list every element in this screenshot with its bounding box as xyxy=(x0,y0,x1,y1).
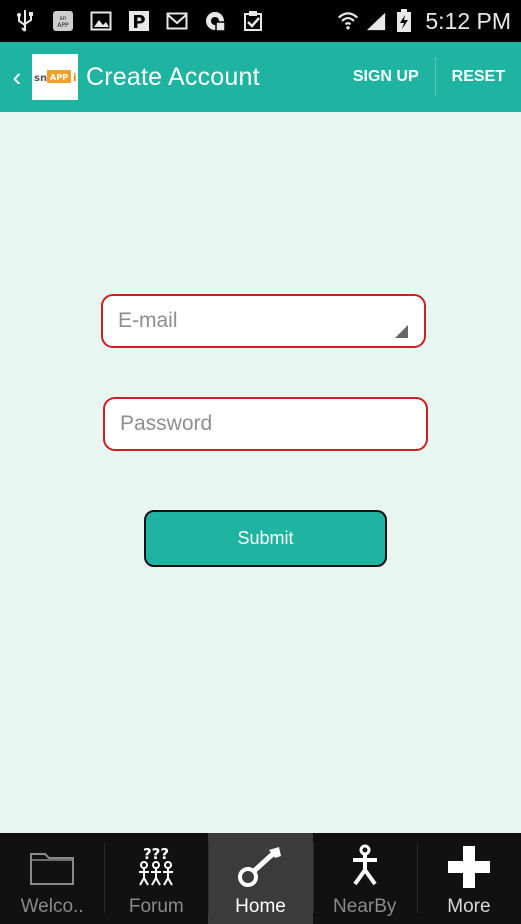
battery-charging-icon xyxy=(393,9,415,32)
tab-label: Forum xyxy=(128,896,184,917)
app-logo[interactable]: sn APP ii xyxy=(32,54,78,100)
tab-more[interactable]: More xyxy=(416,833,521,924)
app-screen: sn APP P 5:12 PM ‹ sn APP i Create Accou… xyxy=(0,0,521,924)
tab-label: Home xyxy=(235,896,286,917)
gmail-icon xyxy=(166,10,188,32)
password-input[interactable] xyxy=(120,412,411,436)
folder-icon xyxy=(29,842,75,892)
bottom-tab-bar: Welco.. ??? Forum Home NearBy More xyxy=(0,833,521,924)
tab-forum[interactable]: ??? Forum xyxy=(104,833,208,924)
tab-welcome[interactable]: Welco.. xyxy=(0,833,104,924)
svg-text:P: P xyxy=(132,12,145,32)
sign-up-button[interactable]: SIGN UP xyxy=(337,42,435,112)
svg-text:sn: sn xyxy=(60,15,67,22)
password-field[interactable] xyxy=(103,397,428,451)
field-corner-indicator xyxy=(395,325,408,338)
svg-text:APP: APP xyxy=(50,73,68,82)
parking-icon: P xyxy=(128,10,150,32)
signal-icon xyxy=(365,10,387,32)
chevron-left-icon[interactable]: ‹ xyxy=(6,62,28,93)
forum-people-icon: ??? xyxy=(134,842,178,892)
notification-icons: sn APP P xyxy=(14,10,264,32)
reset-button[interactable]: RESET xyxy=(436,42,521,112)
key-icon xyxy=(235,842,287,892)
page-title: Create Account xyxy=(86,62,260,91)
plus-icon xyxy=(446,842,492,892)
tab-label: NearBy xyxy=(333,896,397,917)
svg-text:???: ??? xyxy=(143,845,169,863)
gallery-icon xyxy=(90,10,112,32)
status-bar: sn APP P 5:12 PM xyxy=(0,0,521,42)
email-input[interactable] xyxy=(118,309,409,333)
tab-home[interactable]: Home xyxy=(208,833,313,924)
submit-button[interactable]: Submit xyxy=(144,510,387,567)
status-clock: 5:12 PM xyxy=(425,7,511,34)
snappii-app-icon: sn APP xyxy=(52,10,74,32)
action-bar: ‹ sn APP ii Create Account SIGN UP RESET xyxy=(0,42,521,112)
wifi-icon xyxy=(337,10,359,32)
usb-icon xyxy=(14,10,36,32)
svg-text:APP: APP xyxy=(57,22,69,29)
tab-nearby[interactable]: NearBy xyxy=(312,833,417,924)
clipboard-check-icon xyxy=(242,10,264,32)
walking-person-icon xyxy=(345,842,385,892)
email-field[interactable] xyxy=(101,294,426,348)
svg-text:sn: sn xyxy=(34,73,47,84)
tab-label: More xyxy=(447,896,491,917)
system-icons: 5:12 PM xyxy=(337,8,511,35)
app-store-icon xyxy=(204,10,226,32)
svg-text:ii: ii xyxy=(73,73,77,84)
tab-label: Welco.. xyxy=(20,896,84,917)
